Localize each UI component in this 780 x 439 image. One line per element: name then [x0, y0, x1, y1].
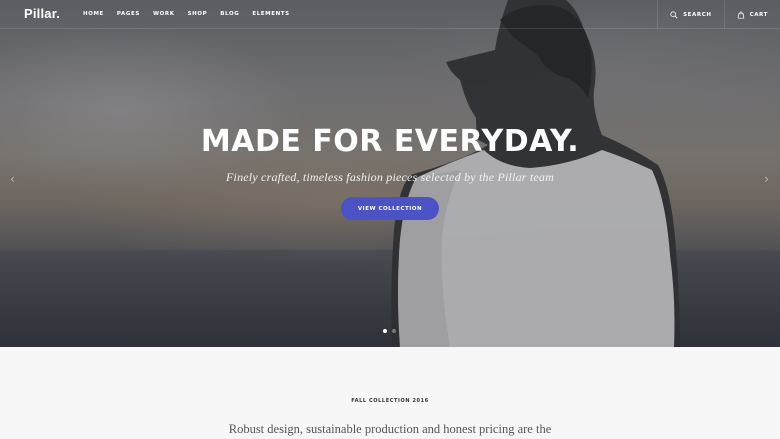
main-nav: HOME PAGES WORK SHOP BLOG ELEMENTS [83, 11, 303, 17]
search-button[interactable]: SEARCH [657, 0, 723, 29]
header-actions: SEARCH CART [657, 0, 780, 29]
bag-icon [737, 10, 744, 19]
view-collection-button[interactable]: VIEW COLLECTION [341, 197, 439, 220]
nav-item-home[interactable]: HOME [83, 11, 104, 17]
hero-title: MADE FOR EVERYDAY. [200, 124, 580, 159]
hero-subtitle: Finely crafted, timeless fashion pieces … [226, 170, 554, 184]
brand-logo[interactable]: Pillar. [24, 6, 60, 21]
slider-pagination [383, 329, 396, 333]
search-label: SEARCH [683, 11, 712, 18]
top-navigation-bar: Pillar. HOME PAGES WORK SHOP BLOG ELEMEN… [0, 0, 780, 29]
nav-item-shop[interactable]: SHOP [188, 11, 208, 17]
nav-item-blog[interactable]: BLOG [220, 11, 239, 17]
cart-label: CART [749, 11, 768, 18]
nav-item-pages[interactable]: PAGES [117, 11, 140, 17]
slider-dot-2[interactable] [392, 329, 396, 333]
nav-item-elements[interactable]: ELEMENTS [252, 11, 289, 17]
nav-item-work[interactable]: WORK [153, 11, 175, 17]
search-icon [670, 10, 678, 18]
slider-dot-1[interactable] [383, 329, 387, 333]
section-intro-text: Robust design, sustainable production an… [228, 422, 552, 436]
section-label: FALL COLLECTION 2016 [351, 398, 429, 404]
hero-banner: Pillar. HOME PAGES WORK SHOP BLOG ELEMEN… [0, 0, 780, 347]
cart-button[interactable]: CART [723, 0, 780, 29]
